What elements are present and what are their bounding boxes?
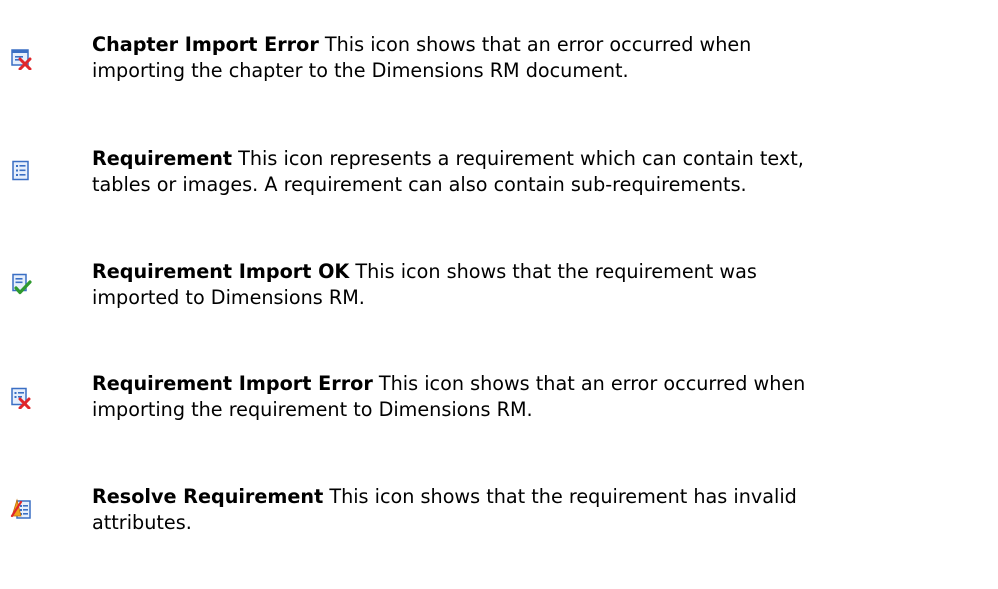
entry-resolve-requirement: Resolve Requirement This icon shows that…	[0, 458, 998, 534]
entry-description: Requirement Import OK This icon shows th…	[92, 233, 992, 311]
entry-term: Resolve Requirement	[92, 485, 324, 508]
requirement-import-ok-icon	[10, 273, 32, 295]
entry-requirement: Requirement This icon represents a requi…	[0, 120, 998, 196]
entry-term: Chapter Import Error	[92, 33, 319, 56]
entry-chapter-import-error: Chapter Import Error This icon shows tha…	[0, 6, 998, 82]
requirement-icon	[10, 160, 32, 182]
entry-term: Requirement	[92, 147, 233, 170]
chapter-import-error-icon	[10, 48, 32, 70]
resolve-requirement-icon	[10, 498, 32, 520]
requirement-import-error-icon	[10, 387, 32, 409]
entry-description: Requirement This icon represents a requi…	[92, 120, 992, 198]
entry-description: Resolve Requirement This icon shows that…	[92, 458, 992, 536]
entry-requirement-import-ok: Requirement Import OK This icon shows th…	[0, 233, 998, 309]
entry-term: Requirement Import OK	[92, 260, 350, 283]
entry-description: Requirement Import Error This icon shows…	[92, 345, 992, 423]
entry-term: Requirement Import Error	[92, 372, 373, 395]
entry-requirement-import-error: Requirement Import Error This icon shows…	[0, 345, 998, 421]
entry-description: Chapter Import Error This icon shows tha…	[92, 6, 992, 84]
